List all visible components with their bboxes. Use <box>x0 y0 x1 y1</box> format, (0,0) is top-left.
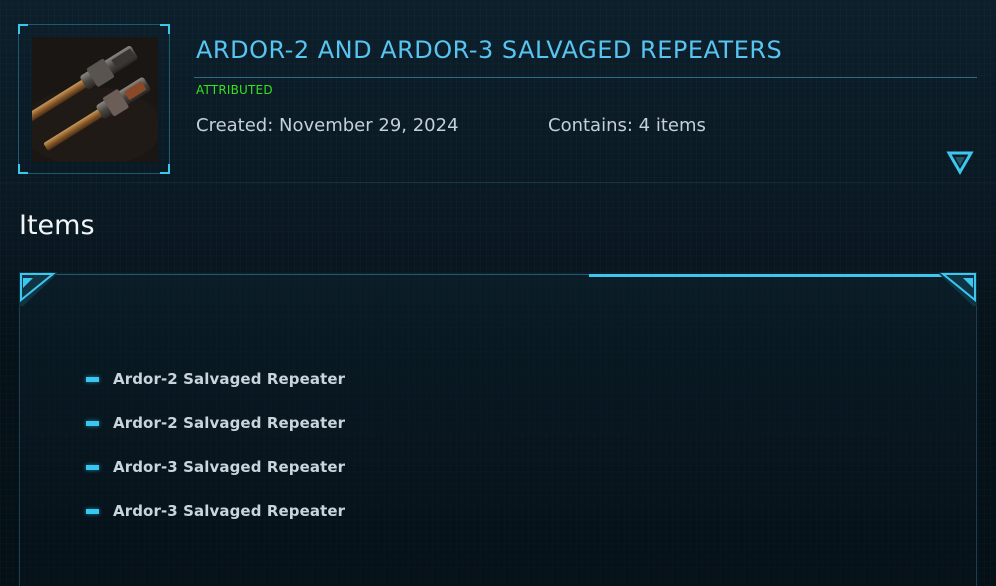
items-panel: Ardor-2 Salvaged Repeater Ardor-2 Salvag… <box>19 272 977 586</box>
package-title: ARDOR-2 AND ARDOR-3 SALVAGED REPEATERS <box>196 36 783 64</box>
frame-corner <box>160 24 170 34</box>
panel-corner-right-icon <box>939 272 977 306</box>
item-count: Contains: 4 items <box>548 115 706 136</box>
item-label: Ardor-3 Salvaged Repeater <box>113 502 346 520</box>
items-list: Ardor-2 Salvaged Repeater Ardor-2 Salvag… <box>86 370 345 546</box>
page: ARDOR-2 AND ARDOR-3 SALVAGED REPEATERS A… <box>0 0 996 586</box>
frame-corner <box>160 164 170 174</box>
items-heading: Items <box>19 210 95 241</box>
bullet-icon <box>86 465 99 470</box>
expand-button[interactable] <box>946 150 974 176</box>
header-divider <box>0 182 996 183</box>
item-label: Ardor-3 Salvaged Repeater <box>113 458 346 476</box>
list-item: Ardor-2 Salvaged Repeater <box>86 414 345 458</box>
created-date: Created: November 29, 2024 <box>196 115 459 136</box>
frame-corner <box>18 164 28 174</box>
weapon-thumbnail <box>32 37 158 162</box>
panel-accent-bar <box>589 274 959 277</box>
item-label: Ardor-2 Salvaged Repeater <box>113 370 346 388</box>
panel-corner-left-icon <box>19 272 57 306</box>
chevron-down-icon <box>946 151 974 175</box>
bullet-icon <box>86 509 99 514</box>
status-badge: ATTRIBUTED <box>196 83 273 97</box>
frame-corner <box>18 24 28 34</box>
list-item: Ardor-3 Salvaged Repeater <box>86 458 345 502</box>
list-item: Ardor-2 Salvaged Repeater <box>86 370 345 414</box>
title-divider <box>194 77 977 78</box>
bullet-icon <box>86 377 99 382</box>
bullet-icon <box>86 421 99 426</box>
repeater-image-icon <box>32 37 158 162</box>
thumbnail-frame[interactable] <box>18 24 170 174</box>
list-item: Ardor-3 Salvaged Repeater <box>86 502 345 546</box>
item-label: Ardor-2 Salvaged Repeater <box>113 414 346 432</box>
